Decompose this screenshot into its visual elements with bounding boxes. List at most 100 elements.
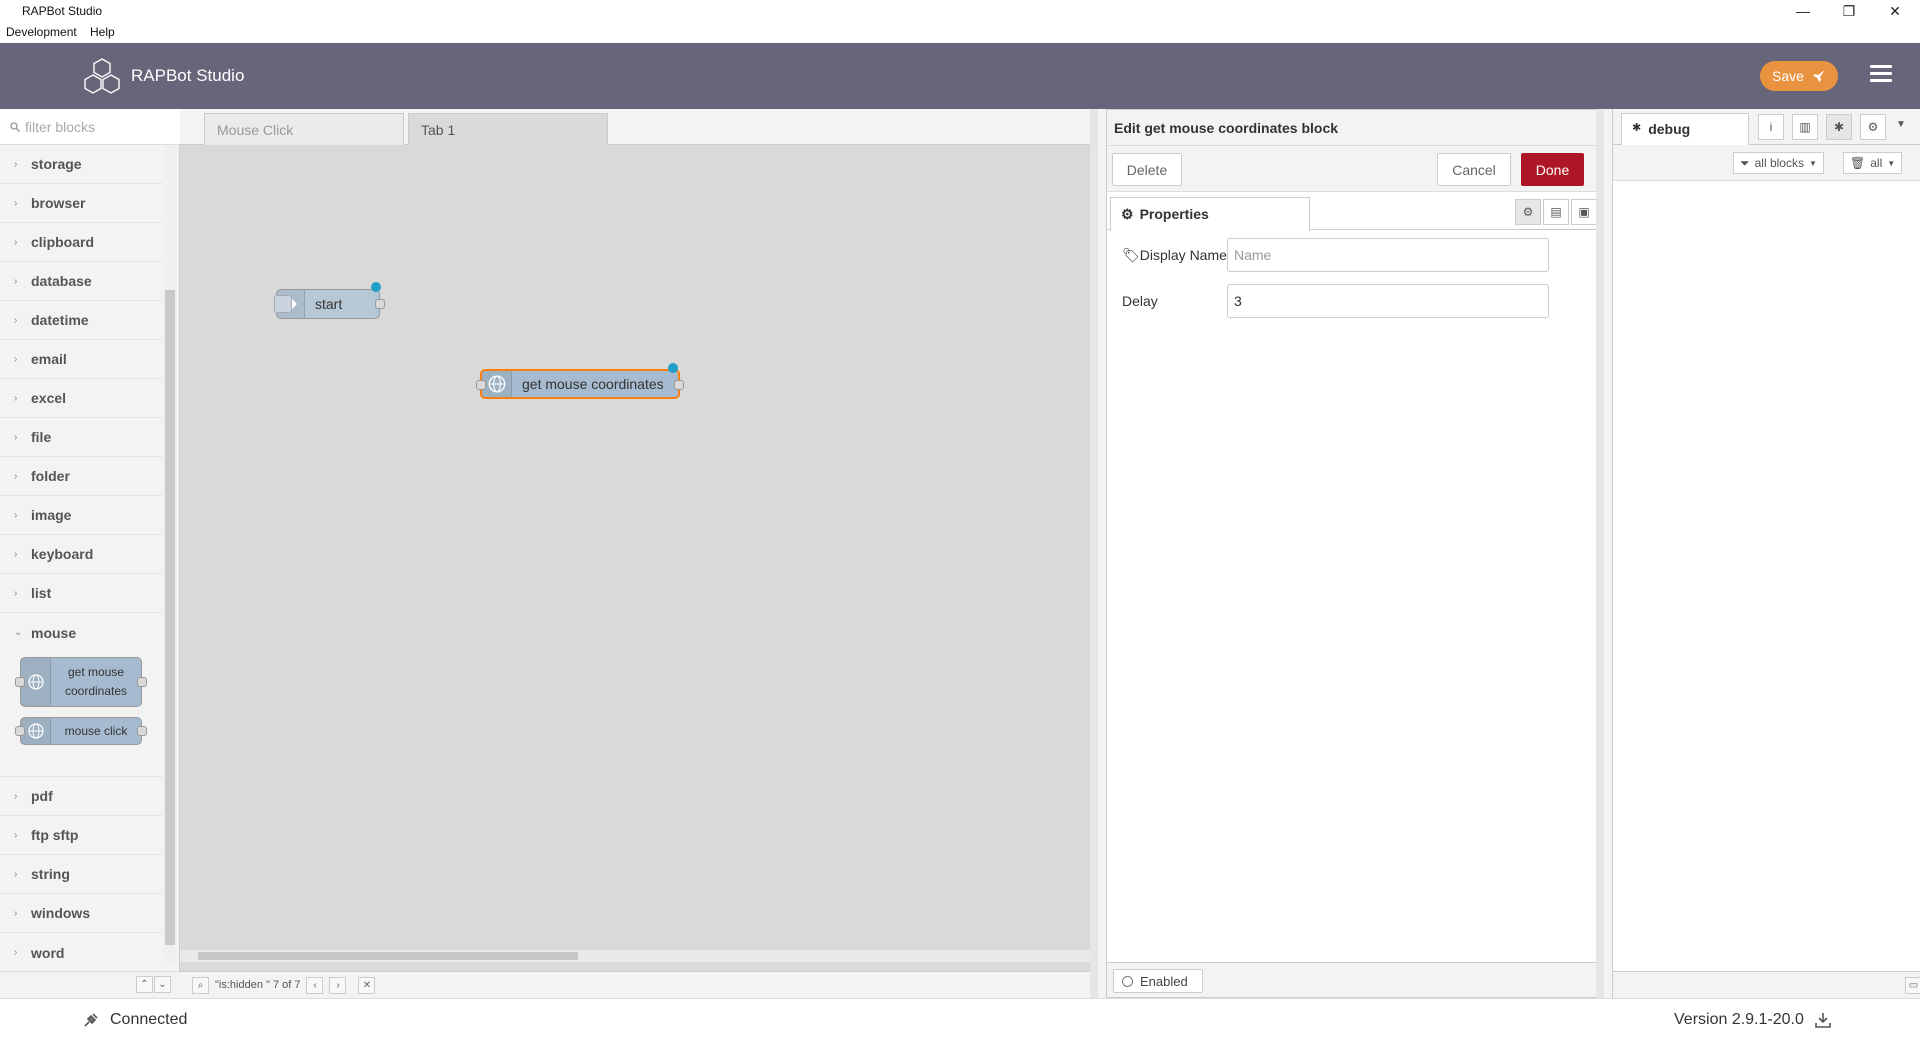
palette-category-mouse[interactable]: ⌄ mouse (0, 613, 162, 652)
bug-icon: ✱ (1632, 122, 1642, 134)
previous-result-icon[interactable]: ‹ (306, 976, 324, 994)
trash-icon: 🗑 (1850, 156, 1866, 170)
close-button[interactable]: ✕ (1872, 0, 1918, 22)
edit-tray: Edit get mouse coordinates block Delete … (1090, 109, 1604, 998)
palette-scrollbar[interactable] (163, 145, 177, 965)
palette-category-datetime[interactable]: › datetime (0, 301, 162, 340)
flow-node-label: start (315, 296, 343, 312)
menu-development[interactable]: Development (6, 25, 77, 39)
changed-indicator (668, 363, 678, 373)
cancel-button[interactable]: Cancel (1437, 153, 1511, 186)
tab-properties[interactable]: ⚙ Properties (1110, 197, 1310, 231)
palette-category-pdf[interactable]: › pdf (0, 777, 162, 816)
description-icon[interactable]: ▤ (1543, 199, 1569, 225)
expand-all-icon[interactable]: ⌄ (154, 976, 171, 993)
next-result-icon[interactable]: › (329, 976, 347, 994)
gear-icon[interactable]: ⚙ (1860, 114, 1886, 140)
clear-dropdown[interactable]: 🗑 all ▼ (1843, 152, 1903, 174)
menu-help[interactable]: Help (90, 25, 115, 39)
palette-category-clipboard[interactable]: › clipboard (0, 223, 162, 262)
palette-category-file[interactable]: › file (0, 418, 162, 457)
palette-category-excel[interactable]: › excel (0, 379, 162, 418)
download-icon[interactable] (1814, 1011, 1832, 1029)
window-title: RAPBot Studio (22, 4, 103, 18)
palette-node-label: get mouse coordinates (64, 665, 128, 698)
monitor-icon[interactable]: ▭ (1905, 977, 1920, 994)
appearance-icon[interactable]: ▣ (1571, 199, 1597, 225)
edit-tray-panel: Edit get mouse coordinates block Delete … (1106, 109, 1604, 998)
display-name-label: 🏷Display Name (1122, 246, 1227, 263)
chevron-right-icon: › (14, 197, 18, 209)
chevron-right-icon: › (14, 509, 18, 521)
mouse-category-blocks: get mouse coordinates mouse click (0, 652, 162, 777)
globe-icon (482, 371, 512, 397)
palette-category-image[interactable]: › image (0, 496, 162, 535)
palette-node-mouse-click[interactable]: mouse click (15, 717, 147, 745)
gear-icon[interactable]: ⚙ (1515, 199, 1541, 225)
minimize-button[interactable]: — (1780, 0, 1826, 22)
palette-node-get-mouse-coordinates[interactable]: get mouse coordinates (15, 657, 147, 707)
main-menu-icon[interactable] (1870, 65, 1892, 85)
caret-down-icon[interactable]: ▼ (1896, 119, 1906, 130)
palette-category-storage[interactable]: › storage (0, 145, 162, 184)
palette-category-ftp-sftp[interactable]: › ftp sftp (0, 816, 162, 855)
sidebar-tabs: ✱ debug i ▥ ✱ ⚙ ▼ (1613, 109, 1920, 145)
workspace-footer: ⌕ "is:hidden " 7 of 7 ‹ › ✕ (180, 971, 1090, 998)
chevron-right-icon: › (14, 907, 18, 919)
close-search-icon[interactable]: ✕ (358, 976, 376, 994)
palette-category-string[interactable]: › string (0, 855, 162, 894)
flow-node-get-mouse-coordinates[interactable]: get mouse coordinates (476, 363, 684, 399)
collapse-all-icon[interactable]: ⌃ (136, 976, 153, 993)
chevron-right-icon: › (14, 790, 18, 802)
tab-debug[interactable]: ✱ debug (1621, 113, 1749, 145)
canvas-horizontal-scrollbar[interactable] (180, 950, 1090, 962)
delay-input[interactable] (1227, 284, 1549, 318)
tray-toolbar: Delete Cancel Done (1107, 146, 1603, 192)
chevron-right-icon: › (14, 587, 18, 599)
palette-category-folder[interactable]: › folder (0, 457, 162, 496)
circle-icon (1122, 975, 1133, 987)
caret-down-icon: ▼ (1887, 158, 1896, 168)
palette-category-list[interactable]: › list (0, 574, 162, 613)
info-icon[interactable]: i (1758, 114, 1784, 140)
palette-category-browser[interactable]: › browser (0, 184, 162, 223)
inject-button[interactable] (274, 295, 292, 313)
search-icon (10, 121, 20, 132)
tab-tab-1[interactable]: Tab 1 (408, 113, 608, 145)
caret-down-icon: ▼ (1808, 158, 1817, 168)
chevron-right-icon: › (14, 868, 18, 880)
chevron-right-icon: › (14, 548, 18, 560)
gear-icon: ⚙ (1121, 206, 1134, 222)
search-icon[interactable]: ⌕ (192, 976, 209, 994)
tab-mouse-click[interactable]: Mouse Click (204, 113, 404, 145)
palette-category-windows[interactable]: › windows (0, 894, 162, 933)
search-status: "is:hidden " 7 of 7 (215, 979, 301, 991)
tray-title: Edit get mouse coordinates block (1107, 110, 1603, 146)
enabled-toggle[interactable]: Enabled (1113, 969, 1203, 993)
bug-icon[interactable]: ✱ (1826, 114, 1852, 140)
palette-category-email[interactable]: › email (0, 340, 162, 379)
delay-label: Delay (1122, 293, 1158, 309)
save-button[interactable]: Save (1760, 61, 1838, 91)
flow-canvas[interactable]: start get mouse coordinates (180, 145, 1090, 945)
palette-list: › storage › browser › clipboard › database ›… (0, 145, 162, 972)
book-icon[interactable]: ▥ (1792, 114, 1818, 140)
chevron-right-icon: › (14, 470, 18, 482)
palette-category-database[interactable]: › database (0, 262, 162, 301)
delete-button[interactable]: Delete (1112, 153, 1182, 186)
save-label: Save (1772, 68, 1804, 84)
palette-category-word[interactable]: › word (0, 933, 162, 972)
filter-blocks-input[interactable]: filter blocks (0, 109, 180, 145)
menubar: Development Help (0, 22, 1920, 43)
status-bar: Connected Version 2.9.1-20.0 (0, 998, 1920, 1041)
filter-dropdown[interactable]: ⏷ all blocks ▼ (1733, 152, 1824, 174)
connection-status: Connected (82, 1011, 187, 1029)
window-titlebar: RAPBot Studio — ❐ ✕ (0, 0, 1920, 22)
done-button[interactable]: Done (1521, 153, 1584, 186)
filter-placeholder: filter blocks (25, 118, 96, 135)
chevron-down-icon: ⌄ (14, 627, 23, 638)
display-name-input[interactable] (1227, 238, 1549, 272)
palette-category-keyboard[interactable]: › keyboard (0, 535, 162, 574)
restore-button[interactable]: ❐ (1826, 0, 1872, 22)
chevron-right-icon: › (14, 353, 18, 365)
